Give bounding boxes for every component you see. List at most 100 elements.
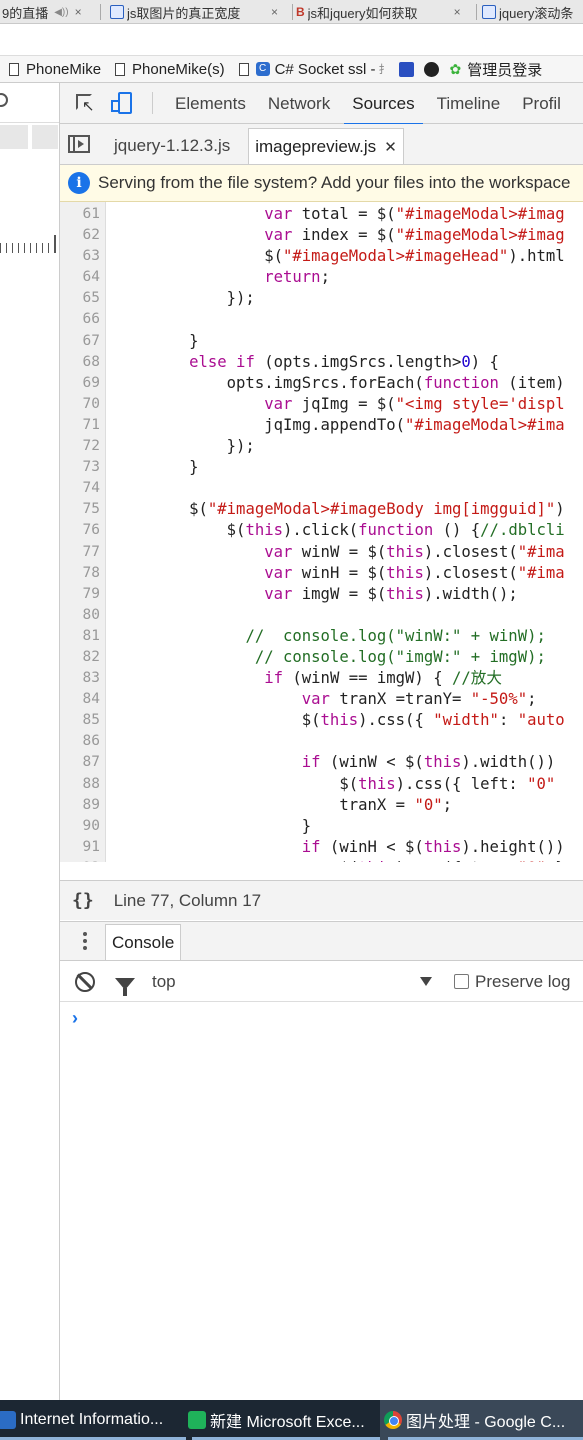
line-number[interactable]: 82 bbox=[60, 647, 100, 668]
line-number[interactable]: 89 bbox=[60, 795, 100, 816]
code-line[interactable]: 65 }); bbox=[60, 288, 583, 309]
line-number[interactable]: 92 bbox=[60, 858, 100, 862]
code-line[interactable]: 75 $("#imageModal>#imageBody img[imgguid… bbox=[60, 499, 583, 520]
line-number[interactable]: 83 bbox=[60, 668, 100, 689]
code-line[interactable]: 67 } bbox=[60, 331, 583, 352]
bookmark-github[interactable] bbox=[424, 61, 449, 77]
clear-console-icon[interactable] bbox=[75, 971, 95, 992]
code-line[interactable]: 88 $(this).css({ left: "0" bbox=[60, 774, 583, 795]
tab-profiles[interactable]: Profil bbox=[514, 83, 569, 124]
code-line[interactable]: 91 if (winH < $(this).height()) bbox=[60, 837, 583, 858]
line-number[interactable]: 71 bbox=[60, 415, 100, 436]
code-line[interactable]: 68 else if (opts.imgSrcs.length>0) { bbox=[60, 352, 583, 373]
browser-tab[interactable]: js取图片的真正宽度 × bbox=[104, 0, 290, 23]
bookmark-admin-login[interactable]: ✿ 管理员登录 bbox=[449, 59, 542, 80]
code-line[interactable]: 90 } bbox=[60, 816, 583, 837]
close-icon[interactable]: ✕ bbox=[384, 139, 397, 156]
line-number[interactable]: 90 bbox=[60, 816, 100, 837]
code-line[interactable]: 73 } bbox=[60, 457, 583, 478]
console-prompt-icon[interactable]: › bbox=[72, 1008, 78, 1029]
line-number[interactable]: 64 bbox=[60, 267, 100, 288]
line-number[interactable]: 74 bbox=[60, 478, 100, 499]
bookmark-phonemike[interactable]: PhoneMike bbox=[9, 61, 101, 78]
code-line[interactable]: 76 $(this).click(function () {//.dblcli bbox=[60, 520, 583, 541]
code-line[interactable]: 66 bbox=[60, 309, 583, 330]
tab-console[interactable]: Console bbox=[105, 924, 182, 960]
line-number[interactable]: 73 bbox=[60, 457, 100, 478]
code-line[interactable]: 89 tranX = "0"; bbox=[60, 795, 583, 816]
line-number[interactable]: 85 bbox=[60, 710, 100, 731]
code-line[interactable]: 81 // console.log("winW:" + winW); bbox=[60, 626, 583, 647]
taskbar-excel[interactable]: 新建 Microsoft Exce... bbox=[184, 1400, 380, 1440]
line-number[interactable]: 87 bbox=[60, 752, 100, 773]
line-number[interactable]: 91 bbox=[60, 837, 100, 858]
line-number[interactable]: 80 bbox=[60, 605, 100, 626]
close-icon[interactable]: × bbox=[454, 5, 461, 19]
line-number[interactable]: 75 bbox=[60, 499, 100, 520]
preserve-log-checkbox[interactable] bbox=[454, 974, 469, 989]
code-line[interactable]: 82 // console.log("imgW:" + imgW); bbox=[60, 647, 583, 668]
line-number[interactable]: 66 bbox=[60, 309, 100, 330]
line-number[interactable]: 81 bbox=[60, 626, 100, 647]
code-line[interactable]: 80 bbox=[60, 605, 583, 626]
context-selector[interactable]: top bbox=[152, 972, 420, 992]
line-number[interactable]: 78 bbox=[60, 563, 100, 584]
close-icon[interactable]: × bbox=[75, 5, 82, 19]
code-line[interactable]: 64 return; bbox=[60, 267, 583, 288]
browser-tab[interactable]: jquery滚动条 bbox=[476, 0, 583, 23]
code-line[interactable]: 74 bbox=[60, 478, 583, 499]
code-line[interactable]: 77 var winW = $(this).closest("#ima bbox=[60, 542, 583, 563]
line-number[interactable]: 86 bbox=[60, 731, 100, 752]
line-number[interactable]: 88 bbox=[60, 774, 100, 795]
close-icon[interactable]: × bbox=[271, 5, 278, 19]
navigator-toggle-icon[interactable] bbox=[68, 135, 90, 153]
code-line[interactable]: 69 opts.imgSrcs.forEach(function (item) bbox=[60, 373, 583, 394]
line-number[interactable]: 67 bbox=[60, 331, 100, 352]
line-number[interactable]: 62 bbox=[60, 225, 100, 246]
inspect-element-icon[interactable]: ↖ bbox=[74, 92, 96, 114]
infobar-text[interactable]: Serving from the file system? Add your f… bbox=[98, 173, 570, 193]
line-number[interactable]: 79 bbox=[60, 584, 100, 605]
bookmark-paw[interactable] bbox=[389, 61, 424, 77]
code-editor[interactable]: 61 var total = $("#imageModal>#imag 62 va… bbox=[60, 202, 583, 862]
bookmark-csharp-socket[interactable]: C C# Socket ssl - 扌 bbox=[238, 61, 389, 78]
code-line[interactable]: 70 var jqImg = $("<img style='displ bbox=[60, 394, 583, 415]
line-number[interactable]: 72 bbox=[60, 436, 100, 457]
code-line[interactable]: 61 var total = $("#imageModal>#imag bbox=[60, 204, 583, 225]
file-tab-imagepreview[interactable]: imagepreview.js ✕ bbox=[248, 128, 404, 164]
kebab-menu-icon[interactable] bbox=[75, 932, 95, 950]
line-number[interactable]: 84 bbox=[60, 689, 100, 710]
line-number[interactable]: 77 bbox=[60, 542, 100, 563]
code-line[interactable]: 84 var tranX =tranY= "-50%"; bbox=[60, 689, 583, 710]
taskbar-iis[interactable]: Internet Informatio... bbox=[0, 1400, 184, 1440]
tab-sources[interactable]: Sources bbox=[344, 83, 423, 125]
tab-elements[interactable]: Elements bbox=[167, 83, 254, 124]
line-number[interactable]: 76 bbox=[60, 520, 100, 541]
line-number[interactable]: 68 bbox=[60, 352, 100, 373]
chevron-down-icon[interactable] bbox=[420, 977, 432, 986]
code-line[interactable]: 85 $(this).css({ "width": "auto bbox=[60, 710, 583, 731]
code-line[interactable]: 72 }); bbox=[60, 436, 583, 457]
taskbar-chrome[interactable]: 图片处理 - Google C... bbox=[380, 1400, 583, 1440]
line-number[interactable]: 61 bbox=[60, 204, 100, 225]
line-number[interactable]: 70 bbox=[60, 394, 100, 415]
code-line[interactable]: 62 var index = $("#imageModal>#imag bbox=[60, 225, 583, 246]
line-number[interactable]: 69 bbox=[60, 373, 100, 394]
pretty-print-button[interactable]: {} bbox=[72, 890, 94, 911]
line-number[interactable]: 65 bbox=[60, 288, 100, 309]
code-line[interactable]: 87 if (winW < $(this).width()) bbox=[60, 752, 583, 773]
code-line[interactable]: 83 if (winW == imgW) { //放大 bbox=[60, 668, 583, 689]
line-number[interactable]: 63 bbox=[60, 246, 100, 267]
code-line[interactable]: 86 bbox=[60, 731, 583, 752]
filter-icon[interactable] bbox=[115, 977, 135, 996]
browser-tab[interactable]: 9的直播 ◀)) × bbox=[0, 0, 92, 23]
code-line[interactable]: 78 var winH = $(this).closest("#ima bbox=[60, 563, 583, 584]
tab-timeline[interactable]: Timeline bbox=[429, 83, 509, 124]
browser-tab[interactable]: B js和jquery如何获取 × bbox=[290, 0, 476, 23]
device-mode-icon[interactable] bbox=[110, 91, 134, 115]
code-line[interactable]: 63 $("#imageModal>#imageHead").html bbox=[60, 246, 583, 267]
bookmark-phonemike-s[interactable]: PhoneMike(s) bbox=[115, 61, 225, 78]
code-line[interactable]: 79 var imgW = $(this).width(); bbox=[60, 584, 583, 605]
tab-network[interactable]: Network bbox=[260, 83, 338, 124]
file-tab-jquery[interactable]: jquery-1.12.3.js bbox=[102, 128, 242, 164]
